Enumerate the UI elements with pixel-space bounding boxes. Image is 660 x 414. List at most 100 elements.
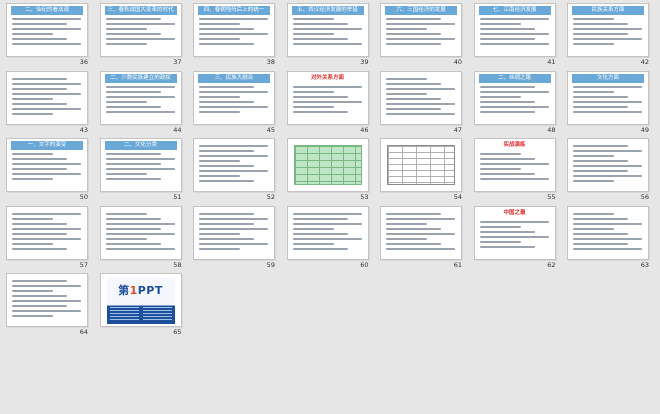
slide-title: 中国之最: [503, 209, 526, 216]
slide-number: 65: [173, 328, 182, 336]
slide-number: 61: [453, 260, 462, 269]
slide-thumbnail[interactable]: 第1PPT: [99, 273, 182, 327]
slide-thumbnail[interactable]: 七、江南经济发展: [473, 3, 556, 57]
slide-body-text: [12, 212, 81, 256]
slide-sorter-grid: 二、仙纪的看法观 36 三、春秋战国大变革的时代 37 四、春朝怪阵后上的统一 38 五、西…: [0, 0, 660, 414]
slide-title: 三、民族大融合: [198, 73, 270, 83]
slide-number: 37: [173, 58, 182, 66]
slide-thumbnail[interactable]: [6, 70, 88, 125]
slide-number: 48: [547, 125, 556, 134]
slide-thumbnail[interactable]: 实战演练: [473, 138, 556, 192]
slide-body-text: [573, 145, 642, 188]
slide-body-text: [573, 85, 642, 121]
slide-number: 39: [360, 58, 369, 66]
slide-body-text: [479, 18, 549, 53]
slide-body-text: [292, 85, 362, 121]
slide-table: [387, 145, 455, 185]
slide-body-text: [105, 212, 175, 256]
slide-number: 59: [266, 260, 275, 269]
slide-title: 文化方面: [572, 73, 644, 83]
slide-thumbnail[interactable]: [286, 205, 369, 260]
slide-thumbnail[interactable]: [193, 205, 275, 260]
slide-number: 60: [360, 260, 369, 269]
slide-title: 二、文化分类: [104, 141, 177, 150]
slide-title: 实战演练: [503, 142, 526, 148]
slide-thumbnail[interactable]: [380, 138, 462, 192]
slide-number: 58: [173, 260, 182, 269]
slide-body-text: [292, 212, 362, 256]
slide-body-text: [199, 212, 268, 256]
slide-number: 36: [79, 58, 88, 66]
slide-number: 62: [547, 260, 556, 269]
slide-body-text: [12, 153, 81, 188]
slide-thumbnail[interactable]: 二、少数民族建立的政权: [99, 70, 182, 125]
slide-body-text: [386, 18, 455, 53]
slide-number: 44: [173, 125, 182, 134]
slide-title: 五、西汉经济发展的举措: [291, 6, 364, 15]
slide-thumbnail[interactable]: 六、三国经济的发展: [380, 3, 462, 57]
slide-thumbnail[interactable]: [99, 205, 182, 260]
slide-body-text: [105, 85, 175, 121]
slide-number: 55: [547, 193, 556, 201]
slide-thumbnail[interactable]: 文化方面: [567, 70, 649, 125]
slide-body-text: [12, 18, 81, 53]
slide-number: 57: [79, 260, 88, 269]
slide-title: 三、春秋战国大变革的时代: [104, 6, 177, 15]
slide-title: 四、春朝怪阵后上的统一: [198, 6, 270, 15]
slide-title: 对外关系方面: [310, 74, 344, 81]
slide-thumbnail[interactable]: 三、春秋战国大变革的时代: [99, 3, 182, 57]
slide-body-text: [199, 18, 268, 53]
slide-thumbnail[interactable]: [380, 205, 462, 260]
slide-thumbnail[interactable]: 二、丝绸之路: [473, 70, 556, 125]
slide-thumbnail[interactable]: 二、文化分类: [99, 138, 182, 192]
slide-thumbnail[interactable]: [567, 205, 649, 260]
slide-body-text: [105, 18, 175, 53]
slide-title: 二、仙纪的看法观: [11, 6, 83, 15]
slide-body-text: [386, 77, 455, 121]
slide-thumbnail[interactable]: [193, 138, 275, 192]
slide-body-text: [479, 85, 549, 121]
slide-body-text: [199, 145, 268, 188]
slide-thumbnail[interactable]: 对外关系方面: [286, 70, 369, 125]
slide-thumbnail[interactable]: [286, 138, 369, 192]
slide-body-text: [199, 85, 268, 121]
slide-number: 45: [266, 125, 275, 134]
slide-number: 41: [547, 58, 556, 66]
slide-number: 52: [266, 193, 275, 201]
slide-number: 46: [360, 125, 369, 134]
slide-number: 50: [79, 193, 88, 201]
slide-thumbnail[interactable]: [6, 205, 88, 260]
slide-body-text: [12, 77, 81, 121]
slide-title: 二、丝绸之路: [478, 73, 551, 83]
slide-thumbnail[interactable]: 民族关系方面: [567, 3, 649, 57]
brand-logo: 第1PPT: [118, 284, 163, 297]
slide-number: 63: [640, 260, 649, 269]
slide-title: 民族关系方面: [572, 6, 644, 15]
slide-number: 47: [453, 125, 462, 134]
brand-slide: 第1PPT: [106, 278, 175, 324]
slide-number: 51: [173, 193, 182, 201]
slide-body-text: [479, 153, 549, 188]
slide-thumbnail[interactable]: 二、仙纪的看法观: [6, 3, 88, 57]
slide-thumbnail[interactable]: 五、西汉经济发展的举措: [286, 3, 369, 57]
slide-number: 64: [79, 328, 88, 336]
slide-number: 54: [453, 193, 462, 201]
slide-number: 49: [640, 125, 649, 134]
slide-thumbnail[interactable]: 四、春朝怪阵后上的统一: [193, 3, 275, 57]
slide-thumbnail[interactable]: 中国之最: [473, 205, 556, 260]
slide-title: 六、三国经济的发展: [385, 6, 457, 15]
slide-body-text: [12, 280, 81, 323]
slide-thumbnail[interactable]: [567, 138, 649, 192]
slide-body-text: [105, 153, 175, 188]
slide-table: [293, 145, 362, 185]
slide-number: 38: [266, 58, 275, 66]
slide-number: 56: [640, 193, 649, 201]
slide-body-text: [573, 212, 642, 256]
slide-number: 43: [79, 125, 88, 134]
slide-thumbnail[interactable]: 一、文字的演变: [6, 138, 88, 192]
slide-thumbnail[interactable]: [6, 273, 88, 327]
slide-thumbnail[interactable]: 三、民族大融合: [193, 70, 275, 125]
slide-thumbnail[interactable]: [380, 70, 462, 125]
slide-body-text: [573, 18, 642, 53]
slide-body-text: [479, 220, 549, 256]
